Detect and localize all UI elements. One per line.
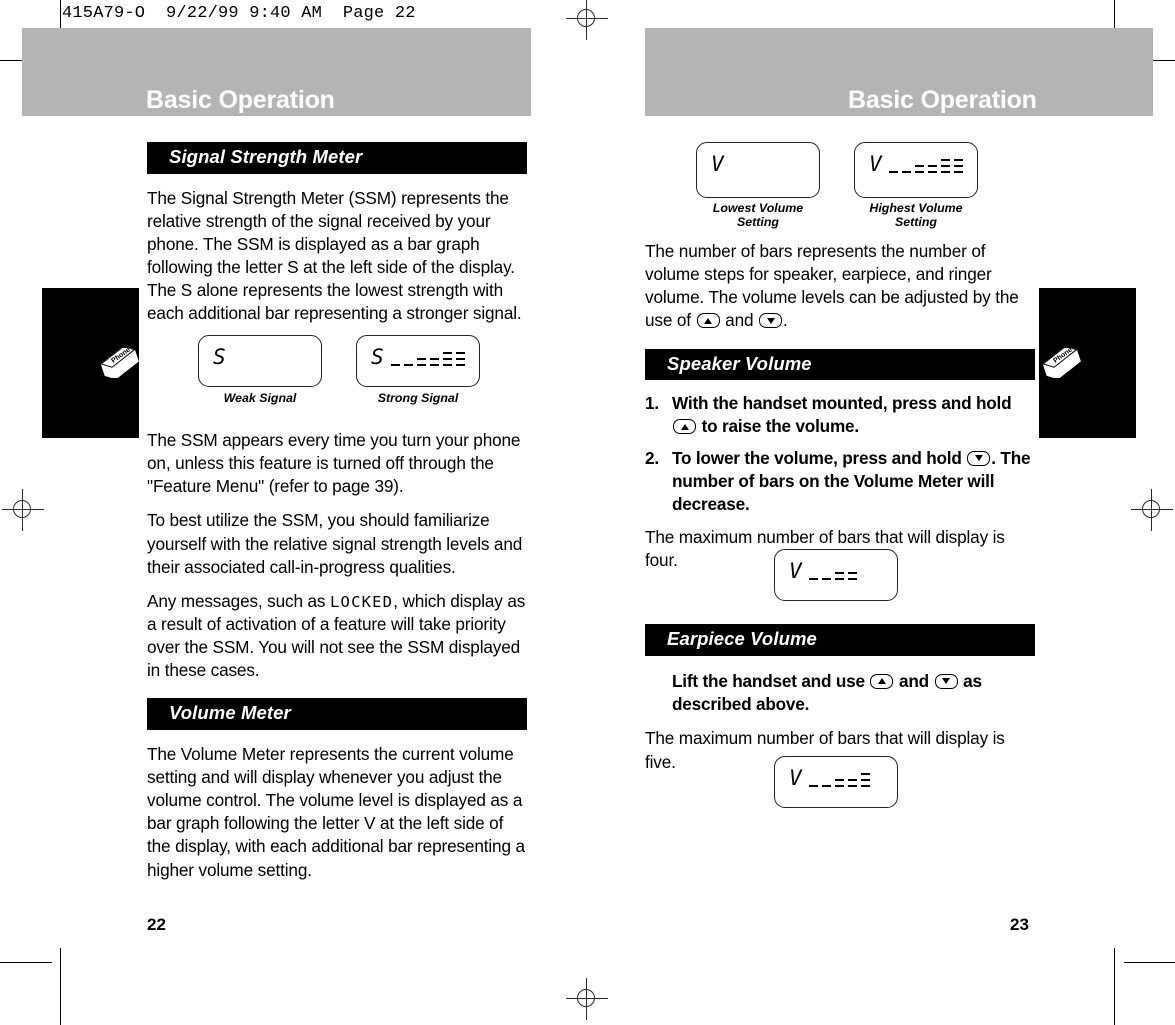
left-page-content: Signal Strength Meter The Signal Strengt… [147,142,527,325]
lcd-weak-signal: S [198,335,322,387]
lcd-caption-lowest-volume: Lowest Volume Setting [712,201,804,230]
lcd-letter-s-weak: S [213,345,226,369]
lcd-bar-segment [456,351,465,354]
section-heading-earpiece-volume: Earpiece Volume [645,624,1035,656]
right-page-number: 23 [1010,915,1029,934]
lcd-bar-segment [809,784,818,787]
earpiece-instruction: Lift the handset and use and as describe… [672,670,982,714]
lcd-bar-segment [928,170,937,173]
ssm-locked-message-paragraph: Any messages, such as LOCKED, which disp… [147,590,526,681]
section-heading-signal-strength-meter: Signal Strength Meter [147,142,527,174]
lcd-bar-segment [430,363,439,366]
lcd-bar-segment [848,784,857,787]
ssm-familiarize-paragraph: To best utilize the SSM, you should fami… [147,510,523,577]
lcd-bar-segment [941,170,950,173]
lcd-bar-segment [430,357,439,360]
volume-steps-paragraph: The number of bars represents the number… [645,241,1019,331]
left-page-number: 22 [147,915,166,934]
lcd-lowest-volume: V [696,142,820,198]
lcd-bar-segment [848,778,857,781]
lcd-bar-segment [954,164,963,167]
lcd-bar-segment [928,164,937,167]
lcd-bar-segment [443,363,452,366]
left-thumb-tab: Phone [42,288,139,438]
lcd-strong-signal: S [356,335,480,387]
lcd-letter-s-strong: S [371,345,384,369]
step-text: To lower the volume, press and hold . Th… [672,447,1031,514]
lcd-bar-segment [835,778,844,781]
lcd-bar-segment [404,363,413,366]
speaker-volume-step-2: 2. To lower the volume, press and hold .… [645,447,1035,516]
down-arrow-key-icon [759,313,783,329]
left-page-title: Basic Operation [146,86,335,114]
lcd-bar-segment [889,170,898,173]
right-page-content: The number of bars represents the number… [645,240,1035,572]
signal-strength-meter-paragraph: The Signal Strength Meter (SSM) represen… [147,187,522,324]
lcd-bar-segment [848,571,857,574]
lcd-caption-weak-signal: Weak Signal [223,391,297,405]
speaker-volume-steps: 1. With the handset mounted, press and h… [645,392,1035,515]
lcd-bar-segment [941,158,950,161]
section-heading-volume-meter: Volume Meter [147,698,527,730]
phone-book-tab-icon: Phone [1042,348,1081,378]
lcd-bar-segment [835,571,844,574]
lcd-letter-v-speaker: V [789,559,802,583]
volume-meter-paragraph: The Volume Meter represents the current … [147,743,525,880]
down-arrow-key-icon [934,673,958,689]
right-page-title: Basic Operation [848,86,1037,114]
lcd-bar-segment [848,577,857,580]
lcd-bar-segment [456,357,465,360]
lcd-bar-segment [915,164,924,167]
lcd-earpiece-five-bars: V [774,756,898,808]
lcd-bar-segment [391,363,400,366]
lcd-bar-segment [822,784,831,787]
lcd-bar-segment [417,363,426,366]
lcd-speaker-four-bars: V [774,549,898,601]
lcd-bar-segment [902,170,911,173]
lcd-bar-segment [417,357,426,360]
lcd-bar-segment [835,577,844,580]
ssm-appears-paragraph: The SSM appears every time you turn your… [147,430,521,497]
lcd-bar-segment [822,577,831,580]
down-arrow-key-icon [967,450,991,466]
lcd-bar-segment [915,170,924,173]
lcd-bar-segment [809,577,818,580]
step-number: 2. [645,447,659,468]
left-page-lower-content: The SSM appears every time you turn your… [147,418,527,882]
lcd-bar-segment [835,784,844,787]
lcd-bar-segment [954,158,963,161]
lcd-letter-v-earpiece: V [789,766,802,790]
up-arrow-key-icon [870,673,894,689]
phone-book-tab-icon: Phone [100,348,139,378]
up-arrow-key-icon [696,313,720,329]
speaker-volume-step-1: 1. With the handset mounted, press and h… [645,392,1035,438]
lcd-bar-segment [456,363,465,366]
lcd-bar-segment [954,170,963,173]
step-number: 1. [645,393,659,414]
lcd-caption-strong-signal: Strong Signal [377,391,459,405]
lcd-letter-v-lowest: V [711,152,724,176]
lcd-caption-highest-volume: Highest Volume Setting [869,201,963,230]
lcd-bar-segment [861,784,870,787]
step-text: With the handset mounted, press and hold… [672,393,1012,437]
right-thumb-tab: Phone [1039,288,1136,438]
lcd-letter-v-highest: V [869,152,882,176]
lcd-bar-segment [861,778,870,781]
page-right: Basic Operation Phone V Lowest Volume Se… [587,0,1175,1025]
lcd-highest-volume: V [854,142,978,198]
up-arrow-key-icon [673,419,696,435]
lcd-inline-text: LOCKED [330,592,394,611]
lcd-bar-segment [443,351,452,354]
section-heading-speaker-volume: Speaker Volume [645,348,1035,381]
earpiece-volume-block: Earpiece Volume Lift the handset and use… [645,624,1035,774]
page-left: Basic Operation Phone Signal Strength Me… [0,0,588,1025]
lcd-bar-segment [443,357,452,360]
lcd-bar-segment [861,772,870,775]
lcd-bar-segment [941,164,950,167]
